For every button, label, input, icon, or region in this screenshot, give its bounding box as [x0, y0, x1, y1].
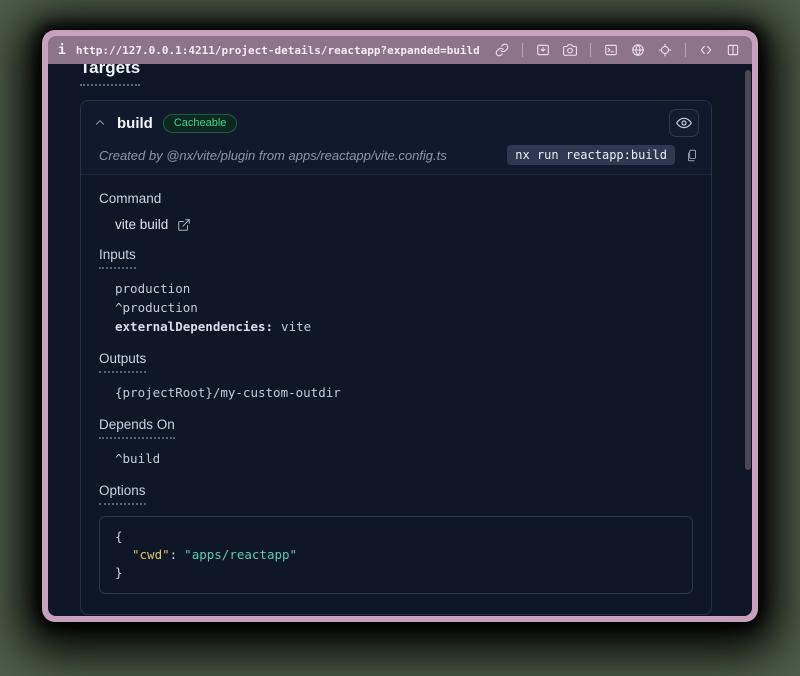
eye-icon — [676, 115, 692, 131]
capture-frame-icon[interactable] — [536, 43, 550, 57]
scrollbar-thumb[interactable] — [745, 70, 751, 470]
target-card-build: build Cacheable Created by @nx/vite/plug… — [80, 100, 712, 615]
depends-on-section-label[interactable]: Depends On — [99, 417, 175, 439]
command-value-row: vite build — [115, 217, 693, 232]
json-value: "apps/reactapp" — [184, 547, 297, 562]
terminal-icon[interactable] — [604, 43, 618, 57]
copy-command-button[interactable] — [685, 148, 699, 163]
run-command-chip[interactable]: nx run reactapp:build — [507, 145, 675, 165]
created-by-text: Created by @nx/vite/plugin from apps/rea… — [99, 148, 447, 163]
run-command-group: nx run reactapp:build — [507, 145, 699, 165]
output-item: {projectRoot}/my-custom-outdir — [115, 384, 693, 402]
outputs-section-label[interactable]: Outputs — [99, 351, 146, 373]
view-target-graph-button[interactable] — [669, 109, 699, 137]
input-kv-key: externalDependencies: — [115, 319, 273, 334]
toolbar-divider — [522, 43, 523, 57]
input-kv-value: vite — [281, 319, 311, 334]
command-value: vite build — [115, 217, 168, 232]
project-details-page: Targets build Cacheable Created by @nx/v… — [48, 64, 752, 616]
browser-window: i http://127.0.0.1:4211/project-details/… — [42, 30, 758, 622]
locate-target-icon[interactable] — [658, 43, 672, 57]
cacheable-badge[interactable]: Cacheable — [163, 114, 238, 133]
build-card-body: Command vite build Inputs production ^pr… — [81, 175, 711, 614]
target-name: build — [117, 115, 153, 132]
content-viewport: Targets build Cacheable Created by @nx/v… — [48, 64, 752, 616]
build-card-subheader: Created by @nx/vite/plugin from apps/rea… — [81, 141, 711, 175]
url-text[interactable]: http://127.0.0.1:4211/project-details/re… — [76, 44, 480, 57]
json-close-brace: } — [115, 564, 677, 582]
outputs-list: {projectRoot}/my-custom-outdir — [115, 384, 693, 402]
json-cwd-line: "cwd": "apps/reactapp" — [115, 546, 677, 564]
inputs-section-label[interactable]: Inputs — [99, 247, 136, 269]
external-link-icon[interactable] — [177, 218, 191, 232]
input-item: production — [115, 280, 693, 298]
info-icon[interactable]: i — [58, 43, 66, 58]
titlebar-actions — [495, 43, 740, 57]
build-card-header[interactable]: build Cacheable — [81, 101, 711, 141]
input-item: ^production — [115, 299, 693, 317]
code-brackets-icon[interactable] — [699, 43, 713, 57]
toolbar-divider — [685, 43, 686, 57]
json-open-brace: { — [115, 528, 677, 546]
globe-icon[interactable] — [631, 43, 645, 57]
json-key: "cwd" — [132, 547, 170, 562]
options-json-box: { "cwd": "apps/reactapp" } — [99, 516, 693, 594]
chevron-up-icon[interactable] — [93, 116, 107, 130]
page-title: Targets — [80, 64, 140, 86]
camera-icon[interactable] — [563, 43, 577, 57]
depends-on-list: ^build — [115, 450, 693, 468]
depends-on-item: ^build — [115, 450, 693, 468]
copy-icon — [685, 148, 699, 163]
link-icon[interactable] — [495, 43, 509, 57]
input-item: externalDependencies: vite — [115, 318, 693, 336]
titlebar: i http://127.0.0.1:4211/project-details/… — [48, 36, 752, 64]
toolbar-divider — [590, 43, 591, 57]
command-section-label: Command — [99, 191, 693, 206]
inputs-list: production ^production externalDependenc… — [115, 280, 693, 336]
json-colon: : — [170, 547, 178, 562]
split-panel-icon[interactable] — [726, 43, 740, 57]
window-chrome: i http://127.0.0.1:4211/project-details/… — [48, 36, 752, 616]
options-section-label[interactable]: Options — [99, 483, 146, 505]
